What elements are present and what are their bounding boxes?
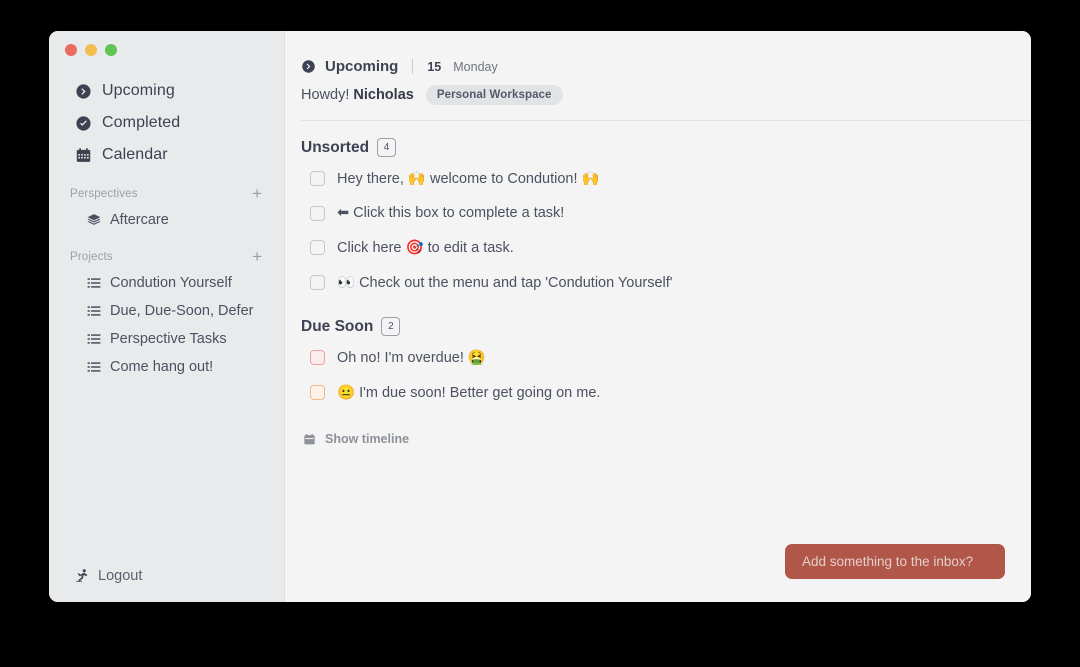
app-window: Upcoming Completed Calendar Perspectives…	[49, 31, 1031, 602]
main-content: Upcoming 15 Monday Howdy! Nicholas Perso…	[285, 31, 1031, 602]
add-project-button[interactable]: +	[252, 248, 262, 265]
group-count-badge: 4	[377, 138, 397, 157]
group-header-due-soon: Due Soon 2	[301, 317, 1031, 336]
task-list: Unsorted 4 Hey there, 🙌 welcome to Condu…	[285, 121, 1031, 602]
logout-runner-icon	[75, 567, 90, 584]
group-header-unsorted: Unsorted 4	[301, 138, 1031, 157]
user-name: Nicholas	[353, 87, 414, 103]
greeting-prefix: Howdy!	[301, 87, 350, 103]
task-title: Hey there, 🙌 welcome to Condution! 🙌	[337, 171, 600, 187]
sidebar-item-upcoming[interactable]: Upcoming	[49, 75, 284, 107]
maximize-window-button[interactable]	[105, 44, 117, 56]
workspace-badge[interactable]: Personal Workspace	[425, 85, 563, 105]
window-traffic-lights	[49, 31, 284, 56]
date-number: 15	[427, 59, 442, 74]
task-title: 👀 Check out the menu and tap 'Condution …	[337, 275, 673, 291]
date-weekday: Monday	[453, 59, 498, 74]
arrow-circle-right-icon	[75, 83, 92, 100]
greeting-row: Howdy! Nicholas Personal Workspace	[301, 85, 1031, 105]
task-title: Click here 🎯 to edit a task.	[337, 240, 514, 256]
task-checkbox[interactable]	[310, 205, 325, 221]
sidebar-item-condution-yourself[interactable]: Condution Yourself	[49, 269, 284, 297]
list-icon	[87, 360, 101, 374]
sidebar-item-come-hang-out[interactable]: Come hang out!	[49, 353, 284, 381]
minimize-window-button[interactable]	[85, 44, 97, 56]
calendar-icon	[75, 147, 92, 164]
task-checkbox-overdue[interactable]	[310, 350, 325, 365]
sidebar-item-label: Come hang out!	[110, 359, 214, 375]
breadcrumb: Upcoming 15 Monday	[301, 58, 1031, 75]
sidebar-item-label: Calendar	[102, 146, 168, 163]
group-count-badge: 2	[381, 317, 401, 336]
sidebar: Upcoming Completed Calendar Perspectives…	[49, 31, 285, 602]
task-title: ⬅ Click this box to complete a task!	[337, 205, 565, 221]
projects-section-header: Projects +	[49, 234, 284, 269]
task-checkbox[interactable]	[310, 275, 325, 290]
task-row[interactable]: Oh no! I'm overdue! 🤮	[301, 340, 1031, 375]
task-row[interactable]: 👀 Check out the menu and tap 'Condution …	[301, 265, 1031, 300]
perspectives-title: Perspectives	[70, 187, 138, 200]
sidebar-item-completed[interactable]: Completed	[49, 107, 284, 139]
show-timeline-label: Show timeline	[325, 432, 410, 446]
layers-icon	[87, 213, 101, 227]
list-icon	[87, 276, 101, 290]
sidebar-item-aftercare[interactable]: Aftercare	[49, 206, 284, 234]
close-window-button[interactable]	[65, 44, 77, 56]
sidebar-item-label: Aftercare	[110, 212, 169, 228]
task-checkbox[interactable]	[310, 171, 325, 186]
sidebar-item-label: Perspective Tasks	[110, 331, 227, 347]
add-to-inbox-button[interactable]: Add something to the inbox?	[785, 544, 1005, 579]
perspectives-section-header: Perspectives +	[49, 171, 284, 206]
arrow-circle-right-icon	[301, 59, 316, 74]
group-title: Due Soon	[301, 317, 374, 335]
show-timeline-button[interactable]: Show timeline	[301, 432, 1031, 446]
sidebar-item-label: Condution Yourself	[110, 275, 232, 291]
task-row[interactable]: Click here 🎯 to edit a task.	[301, 230, 1031, 265]
task-checkbox-due-soon[interactable]	[310, 385, 325, 400]
task-row[interactable]: Hey there, 🙌 welcome to Condution! 🙌	[301, 161, 1031, 196]
sidebar-item-perspective-tasks[interactable]: Perspective Tasks	[49, 325, 284, 353]
task-title: 😐 I'm due soon! Better get going on me.	[337, 385, 601, 401]
main-header: Upcoming 15 Monday Howdy! Nicholas Perso…	[285, 31, 1031, 121]
logout-label: Logout	[98, 567, 143, 584]
sidebar-item-calendar[interactable]: Calendar	[49, 139, 284, 171]
task-row[interactable]: ⬅ Click this box to complete a task!	[301, 196, 1031, 230]
task-row[interactable]: 😐 I'm due soon! Better get going on me.	[301, 375, 1031, 410]
calendar-icon	[303, 433, 316, 446]
task-title: Oh no! I'm overdue! 🤮	[337, 350, 486, 366]
sidebar-primary-nav: Upcoming Completed Calendar	[49, 75, 284, 171]
sidebar-item-label: Upcoming	[102, 82, 175, 99]
list-icon	[87, 304, 101, 318]
group-title: Unsorted	[301, 138, 370, 156]
add-perspective-button[interactable]: +	[252, 185, 262, 202]
page-title: Upcoming	[325, 58, 399, 75]
task-checkbox[interactable]	[310, 240, 325, 255]
list-icon	[87, 332, 101, 346]
check-circle-icon	[75, 115, 92, 132]
sidebar-item-due-due-soon-defer[interactable]: Due, Due-Soon, Defer	[49, 297, 284, 325]
logout-button[interactable]: Logout	[49, 567, 284, 602]
breadcrumb-divider	[412, 59, 414, 74]
greeting-text: Howdy! Nicholas	[301, 87, 414, 103]
sidebar-item-label: Due, Due-Soon, Defer	[110, 303, 254, 319]
projects-title: Projects	[70, 250, 113, 263]
sidebar-item-label: Completed	[102, 114, 181, 131]
